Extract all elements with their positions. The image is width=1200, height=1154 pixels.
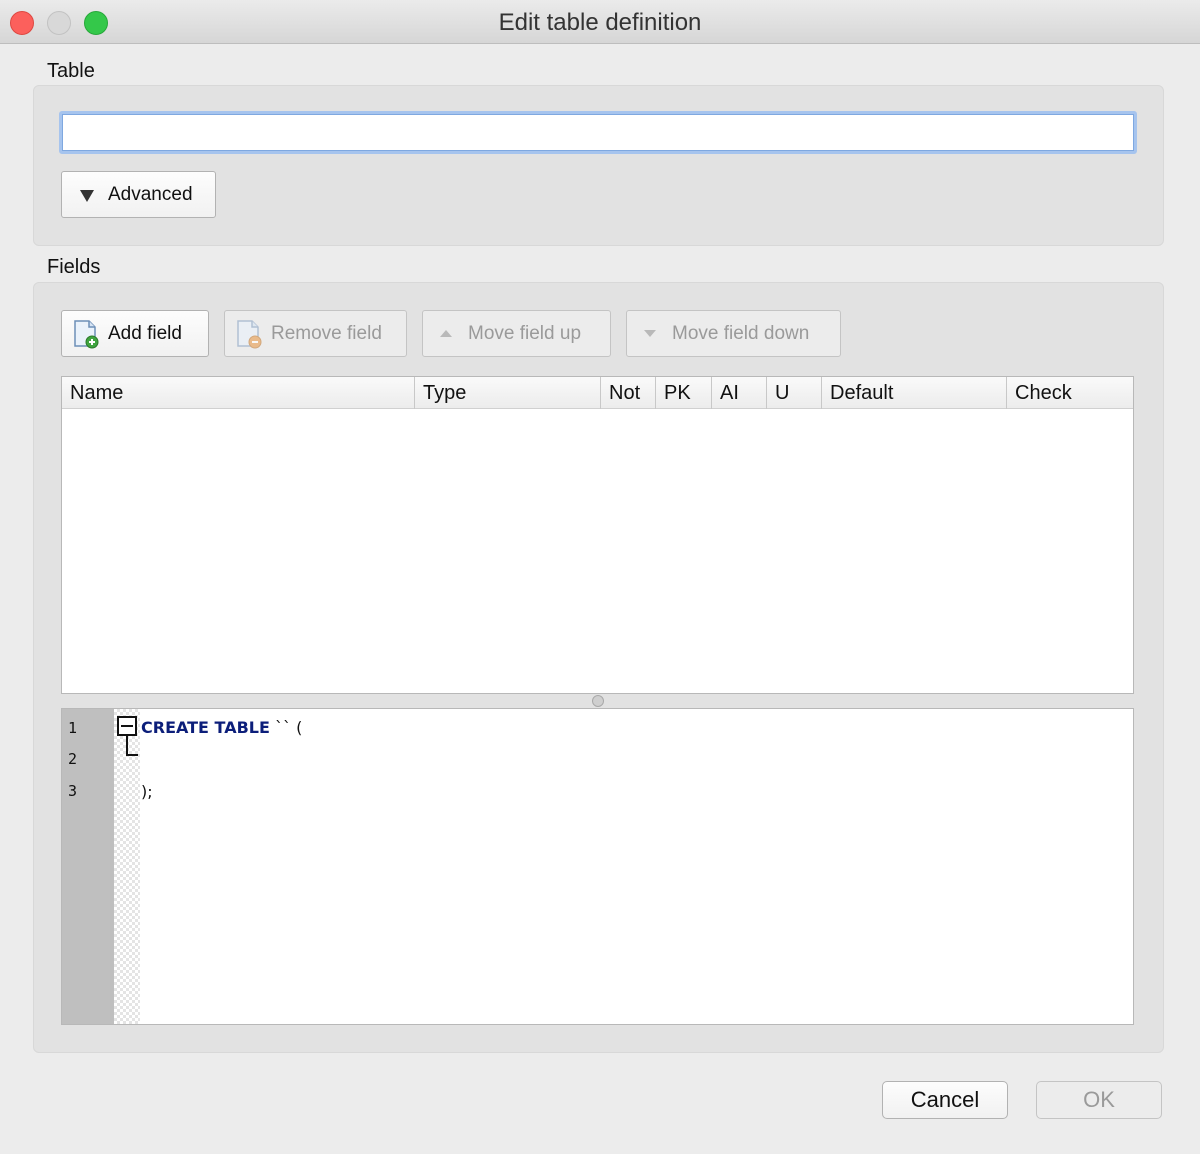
code-line-3: ); — [141, 782, 153, 801]
column-header-autoincrement[interactable]: AI — [711, 377, 766, 409]
sql-table-name: `` ( — [269, 718, 303, 737]
column-header-primary-key[interactable]: PK — [655, 377, 711, 409]
line-number: 1 — [68, 719, 78, 737]
remove-document-icon — [235, 319, 263, 349]
move-field-down-label: Move field down — [672, 322, 810, 344]
move-field-up-label: Move field up — [468, 322, 582, 344]
line-number: 3 — [68, 782, 78, 800]
move-field-down-button[interactable]: Move field down — [626, 310, 841, 357]
ok-button[interactable]: OK — [1036, 1081, 1162, 1119]
window-title: Edit table definition — [498, 9, 702, 36]
remove-field-button[interactable]: Remove field — [224, 310, 407, 357]
cancel-label: Cancel — [910, 1087, 980, 1112]
splitter-handle[interactable] — [592, 695, 604, 707]
disclosure-triangle-icon — [80, 190, 94, 202]
remove-field-label: Remove field — [271, 322, 382, 344]
code-line-1: CREATE TABLE `` ( — [141, 718, 302, 737]
fields-table-header: Name Type Not PK AI U Default Check — [62, 377, 1133, 409]
fold-collapse-icon[interactable] — [117, 716, 137, 736]
line-number: 2 — [68, 750, 78, 768]
column-header-not-null[interactable]: Not — [600, 377, 655, 409]
arrow-down-icon — [644, 330, 656, 337]
column-header-type[interactable]: Type — [414, 377, 600, 409]
column-header-unique[interactable]: U — [766, 377, 821, 409]
arrow-up-icon — [440, 330, 452, 337]
title-bar: Edit table definition — [0, 0, 1200, 44]
add-document-icon — [72, 319, 100, 349]
ok-label: OK — [1083, 1087, 1115, 1112]
fold-guide-line — [126, 736, 128, 756]
sql-keyword: CREATE TABLE — [141, 718, 270, 737]
sql-preview-editor[interactable]: 1 2 3 CREATE TABLE `` ( ); — [61, 708, 1134, 1025]
fields-section-label: Fields — [47, 256, 101, 278]
advanced-toggle-button[interactable]: Advanced — [61, 171, 216, 218]
table-section-label: Table — [47, 60, 95, 82]
column-header-name[interactable]: Name — [62, 377, 414, 409]
add-field-button[interactable]: Add field — [61, 310, 209, 357]
advanced-label: Advanced — [108, 183, 193, 205]
column-header-default[interactable]: Default — [821, 377, 1006, 409]
fold-guide-end — [126, 754, 138, 756]
cancel-button[interactable]: Cancel — [882, 1081, 1008, 1119]
table-name-input[interactable] — [59, 111, 1137, 154]
fold-margin — [114, 709, 140, 1024]
fields-table[interactable]: Name Type Not PK AI U Default Check — [61, 376, 1134, 694]
move-field-up-button[interactable]: Move field up — [422, 310, 611, 357]
table-group — [33, 85, 1164, 246]
column-header-check[interactable]: Check — [1006, 377, 1133, 409]
add-field-label: Add field — [108, 322, 182, 344]
